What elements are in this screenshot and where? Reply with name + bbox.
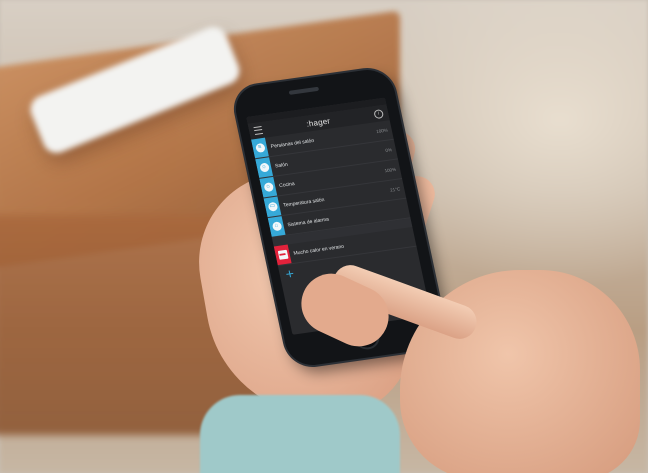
phone-speaker [288, 86, 320, 95]
info-icon[interactable]: i [373, 108, 384, 119]
device-value: 0% [384, 147, 393, 153]
brand-logo: :hager [305, 116, 331, 129]
device-value: 100% [375, 127, 389, 135]
photo-scene: :hager i ≡ Persianas del salón 100% ☼ Sa… [0, 0, 648, 473]
device-value: 21°C [389, 186, 401, 193]
sleeve [200, 395, 400, 473]
menu-icon[interactable] [253, 126, 264, 136]
device-value [404, 208, 408, 209]
device-value: 100% [384, 166, 397, 174]
scenario-value [410, 236, 414, 237]
